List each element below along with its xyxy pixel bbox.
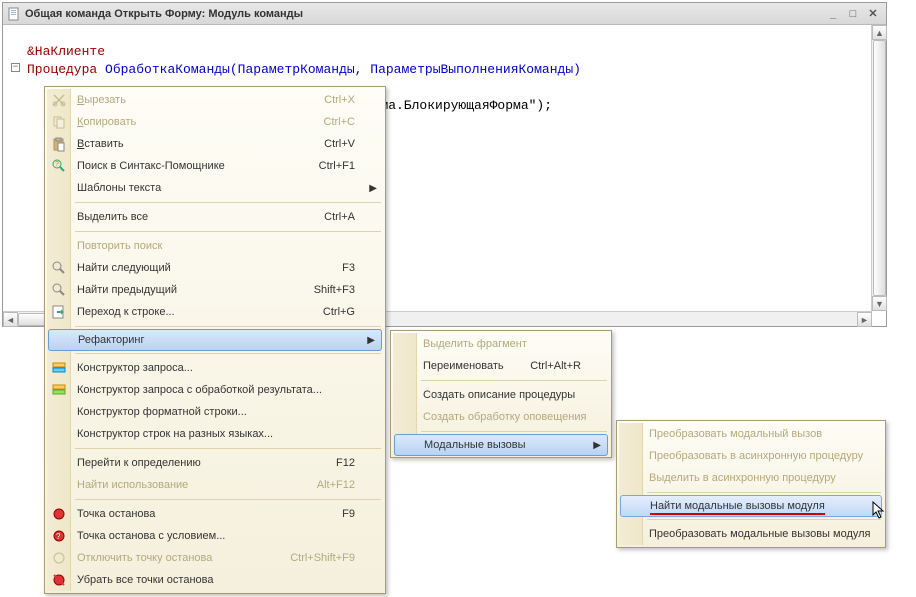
menu-select-all[interactable]: Выделить всеCtrl+A: [47, 206, 383, 228]
menu-copy[interactable]: КопироватьCtrl+C: [47, 111, 383, 133]
menu-separator: [421, 431, 607, 432]
breakpoint-clear-icon: [51, 572, 67, 588]
menu-convert-all-modal[interactable]: Преобразовать модальные вызовы модуля: [619, 523, 883, 545]
paste-icon: [51, 136, 67, 152]
menu-goto-line[interactable]: Переход к строке...Ctrl+G: [47, 301, 383, 323]
copy-icon: [51, 114, 67, 130]
menu-separator: [75, 448, 381, 449]
menu-separator: [421, 380, 607, 381]
menu-convert-modal[interactable]: Преобразовать модальный вызов: [619, 423, 883, 445]
menu-breakpoint-disable[interactable]: Отключить точку остановаCtrl+Shift+F9: [47, 547, 383, 569]
menu-syntax-search[interactable]: ? Поиск в Синтакс-ПомощникеCtrl+F1: [47, 155, 383, 177]
menu-create-notif[interactable]: Создать обработку оповещения: [393, 406, 609, 428]
menu-paste[interactable]: ВставитьCtrl+V: [47, 133, 383, 155]
submenu-arrow-icon: ▶: [369, 183, 377, 194]
minimize-button[interactable]: _: [824, 7, 842, 21]
menu-query-builder-result[interactable]: Конструктор запроса с обработкой результ…: [47, 379, 383, 401]
modal-calls-submenu: Преобразовать модальный вызов Преобразов…: [616, 420, 886, 548]
scroll-down-icon[interactable]: ▼: [872, 296, 887, 311]
scroll-right-icon[interactable]: ►: [857, 312, 872, 327]
code-proc-kw: Процедура: [27, 62, 97, 77]
submenu-arrow-icon: ▶: [367, 335, 375, 346]
menu-separator: [75, 353, 381, 354]
window-title: Общая команда Открыть Форму: Модуль кома…: [25, 8, 822, 20]
breakpoint-icon: [51, 506, 67, 522]
scroll-left-icon[interactable]: ◄: [3, 312, 18, 327]
context-menu: ВВырезатьырезатьCtrl+X КопироватьCtrl+C …: [44, 86, 386, 594]
query-builder-icon: [51, 360, 67, 376]
vertical-scrollbar[interactable]: ▲ ▼: [871, 25, 886, 311]
submenu-arrow-icon: ▶: [593, 440, 601, 451]
menu-format-string[interactable]: Конструктор форматной строки...: [47, 401, 383, 423]
scroll-thumb-v[interactable]: [873, 40, 886, 296]
code-fragment: Форма.БлокирующаяФорма");: [357, 98, 552, 113]
refactoring-submenu: Выделить фрагмент ПереименоватьCtrl+Alt+…: [390, 330, 612, 458]
maximize-button[interactable]: □: [844, 7, 862, 21]
menu-repeat-search[interactable]: Повторить поиск: [47, 235, 383, 257]
menu-separator: [75, 326, 381, 327]
menu-query-builder[interactable]: Конструктор запроса...: [47, 357, 383, 379]
titlebar: Общая команда Открыть Форму: Модуль кома…: [3, 3, 886, 25]
breakpoint-cond-icon: ?: [51, 528, 67, 544]
code-proc-name: ОбработкаКоманды: [105, 62, 230, 77]
code-directive: &НаКлиенте: [27, 44, 105, 59]
menu-lang-string[interactable]: Конструктор строк на разных языках...: [47, 423, 383, 445]
svg-text:?: ?: [55, 161, 59, 168]
menu-breakpoint-clear[interactable]: Убрать все точки останова: [47, 569, 383, 591]
help-search-icon: ?: [51, 158, 67, 174]
find-prev-icon: [51, 282, 67, 298]
cut-icon: [51, 92, 67, 108]
menu-extract-fragment[interactable]: Выделить фрагмент: [393, 333, 609, 355]
code-params: (ПараметрКоманды, ПараметрыВыполненияКом…: [230, 62, 581, 77]
svg-text:?: ?: [56, 532, 61, 541]
menu-modal-calls[interactable]: Модальные вызовы▶: [394, 434, 608, 456]
menu-goto-definition[interactable]: Перейти к определениюF12: [47, 452, 383, 474]
menu-rename[interactable]: ПереименоватьCtrl+Alt+R: [393, 355, 609, 377]
breakpoint-off-icon: [51, 550, 67, 566]
scroll-up-icon[interactable]: ▲: [872, 25, 887, 40]
menu-refactoring[interactable]: Рефакторинг▶: [48, 329, 382, 351]
goto-icon: [51, 304, 67, 320]
menu-separator: [75, 231, 381, 232]
menu-separator: [647, 492, 881, 493]
menu-breakpoint[interactable]: Точка остановаF9: [47, 503, 383, 525]
find-next-icon: [51, 260, 67, 276]
menu-cut[interactable]: ВВырезатьырезатьCtrl+X: [47, 89, 383, 111]
menu-breakpoint-cond[interactable]: ? Точка останова с условием...: [47, 525, 383, 547]
menu-create-desc[interactable]: Создать описание процедуры: [393, 384, 609, 406]
document-icon: [7, 7, 21, 21]
menu-select-async[interactable]: Выделить в асинхронную процедуру: [619, 467, 883, 489]
menu-separator: [75, 202, 381, 203]
menu-separator: [647, 519, 881, 520]
close-button[interactable]: ✕: [864, 7, 882, 21]
query-builder-result-icon: [51, 382, 67, 398]
menu-find-next[interactable]: Найти следующийF3: [47, 257, 383, 279]
menu-find-modal-calls[interactable]: Найти модальные вызовы модуля: [620, 495, 882, 517]
menu-convert-async[interactable]: Преобразовать в асинхронную процедуру: [619, 445, 883, 467]
fold-minus-icon[interactable]: −: [11, 63, 20, 72]
menu-find-usage[interactable]: Найти использованиеAlt+F12: [47, 474, 383, 496]
menu-templates[interactable]: Шаблоны текста▶: [47, 177, 383, 199]
menu-separator: [75, 499, 381, 500]
menu-find-prev[interactable]: Найти предыдущийShift+F3: [47, 279, 383, 301]
